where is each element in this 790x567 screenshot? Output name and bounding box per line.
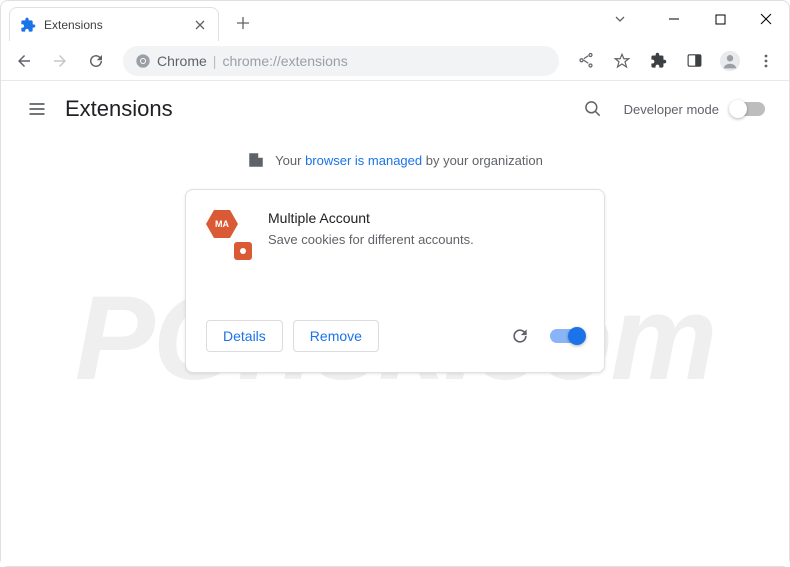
extension-name: Multiple Account <box>268 210 474 226</box>
managed-text: Your browser is managed by your organiza… <box>275 153 543 168</box>
developer-mode-label: Developer mode <box>624 102 719 117</box>
page-title: Extensions <box>65 96 173 122</box>
chrome-icon <box>135 53 151 69</box>
remove-button[interactable]: Remove <box>293 320 379 352</box>
search-icon[interactable] <box>576 92 610 126</box>
share-icon[interactable] <box>569 44 603 78</box>
extension-enabled-toggle[interactable] <box>550 329 584 343</box>
puzzle-icon <box>20 17 36 33</box>
address-bar[interactable]: Chrome | chrome://extensions <box>123 46 559 76</box>
close-tab-button[interactable] <box>192 17 208 33</box>
window-controls <box>597 1 789 37</box>
page-content: PCrisk.com Extensions Developer mode <box>1 81 789 566</box>
kebab-menu-icon[interactable] <box>749 44 783 78</box>
back-button[interactable] <box>7 44 41 78</box>
reload-extension-icon[interactable] <box>506 322 534 350</box>
managed-browser-notice: Your browser is managed by your organiza… <box>1 151 789 169</box>
reload-button[interactable] <box>79 44 113 78</box>
hamburger-menu-icon[interactable] <box>17 89 57 129</box>
extension-description: Save cookies for different accounts. <box>268 232 474 247</box>
browser-tab[interactable]: Extensions <box>9 7 219 41</box>
minimize-button[interactable] <box>651 1 697 37</box>
forward-button[interactable] <box>43 44 77 78</box>
new-tab-button[interactable] <box>229 9 257 37</box>
extensions-header: Extensions Developer mode <box>1 81 789 137</box>
developer-mode-toggle[interactable] <box>731 102 765 116</box>
building-icon <box>247 151 265 169</box>
profile-avatar[interactable] <box>713 44 747 78</box>
browser-managed-link[interactable]: browser is managed <box>305 153 422 168</box>
tab-title: Extensions <box>44 18 192 32</box>
extension-icon: MA <box>206 210 250 254</box>
window-titlebar: Extensions <box>1 1 789 41</box>
extensions-puzzle-icon[interactable] <box>641 44 675 78</box>
bookmark-star-icon[interactable] <box>605 44 639 78</box>
caret-down-icon[interactable] <box>597 1 643 37</box>
developer-mode-section: Developer mode <box>624 102 773 117</box>
address-separator: | <box>213 53 217 69</box>
details-button[interactable]: Details <box>206 320 283 352</box>
maximize-button[interactable] <box>697 1 743 37</box>
side-panel-icon[interactable] <box>677 44 711 78</box>
close-window-button[interactable] <box>743 1 789 37</box>
address-url: chrome://extensions <box>222 53 347 69</box>
browser-toolbar: Chrome | chrome://extensions <box>1 41 789 81</box>
extension-card: MA Multiple Account Save cookies for dif… <box>185 189 605 373</box>
address-label: Chrome <box>157 53 207 69</box>
